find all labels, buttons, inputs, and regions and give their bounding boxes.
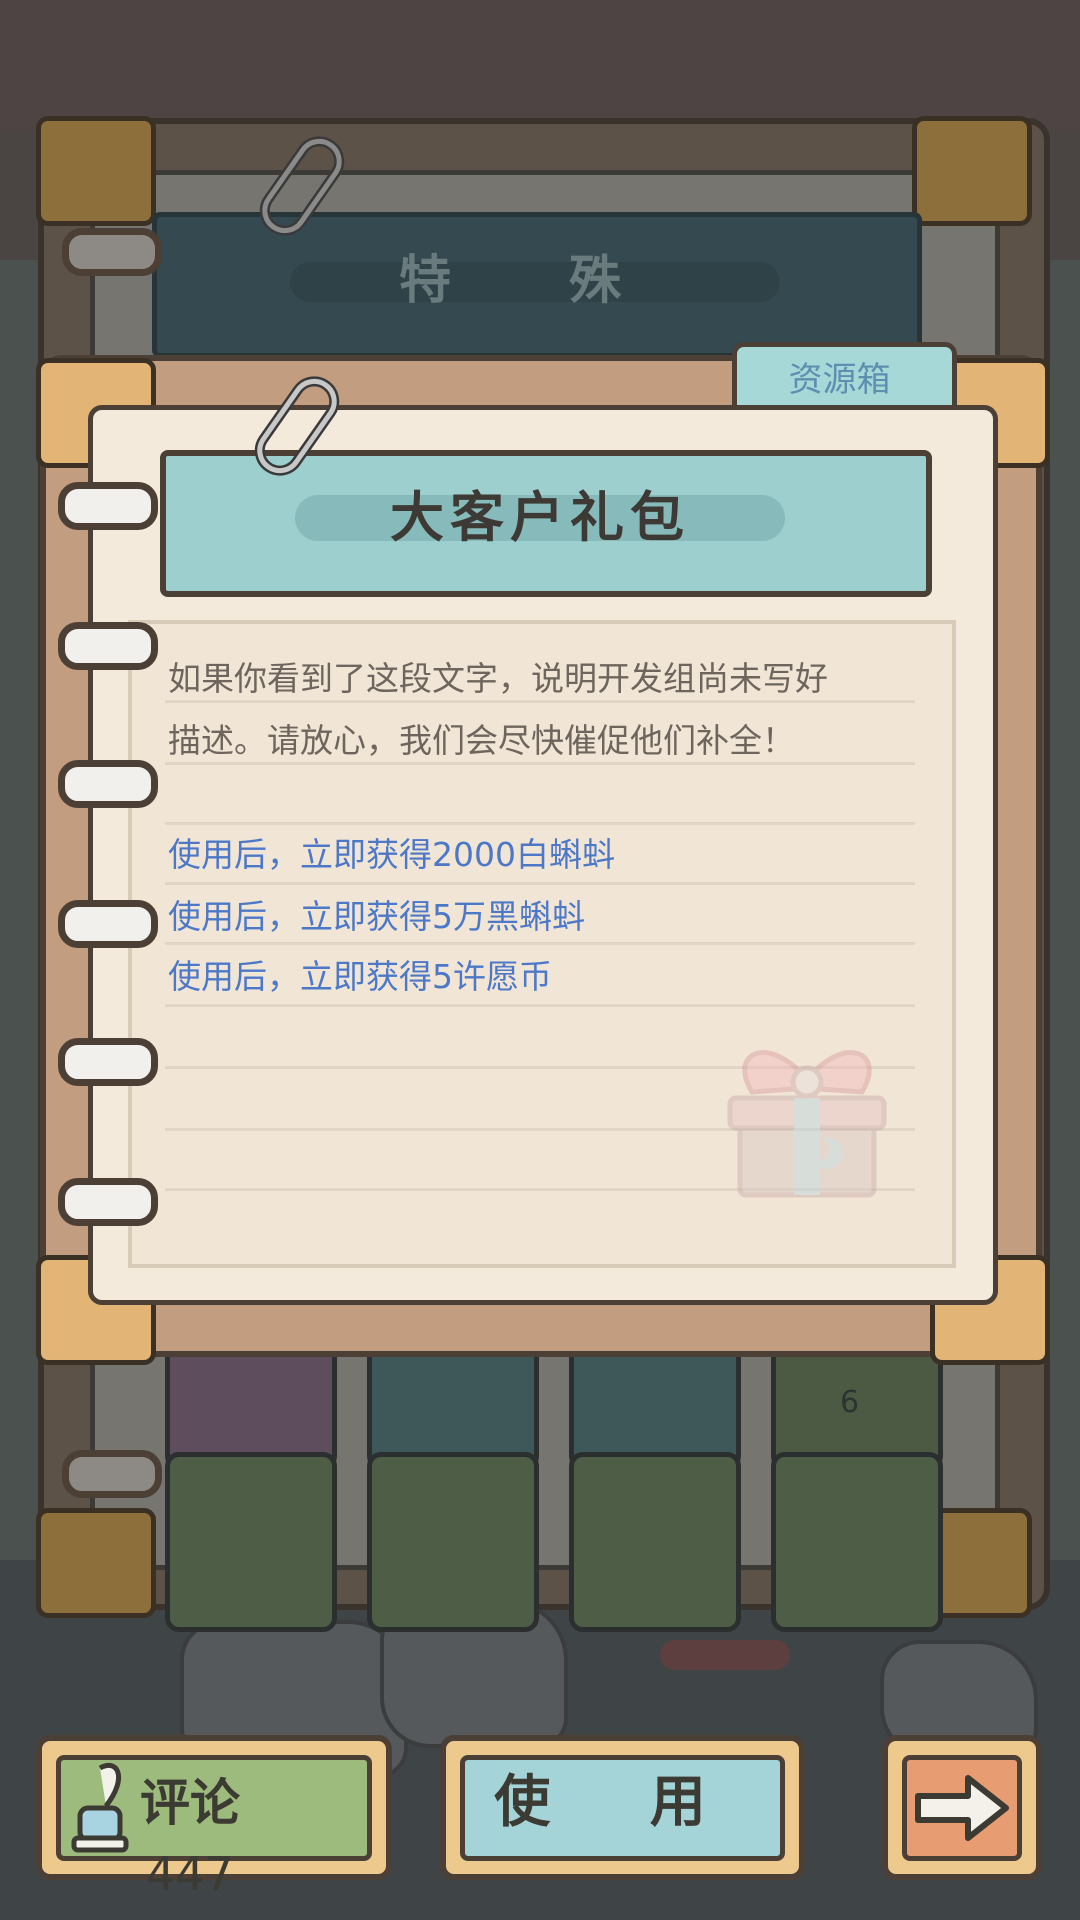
gift-box-icon [727, 1050, 887, 1198]
item-effect: 使用后，立即获得2000白蝌蚪 [168, 835, 615, 874]
binder-ring [58, 900, 158, 948]
corner-bracket [36, 116, 156, 226]
tab-resource-box-label: 资源箱 [788, 360, 891, 400]
section-title: 特 殊 [398, 251, 672, 311]
inventory-slot[interactable] [569, 1452, 741, 1632]
item-effect: 使用后，立即获得5万黑蝌蚪 [168, 897, 585, 936]
corner-bracket [36, 1508, 156, 1618]
quill-inkwell-icon [71, 1763, 129, 1853]
item-name: 大客户礼包 [390, 486, 690, 549]
inventory-slot[interactable] [367, 1452, 539, 1632]
inventory-slot-count: 6 [840, 1385, 860, 1420]
binder-ring [58, 760, 158, 808]
comment-label: 评论 447 [140, 1768, 350, 1901]
comment-label-text: 评论 [140, 1774, 240, 1832]
item-description-line: 如果你看到了这段文字，说明开发组尚未写好 [168, 659, 828, 698]
binder-ring [58, 1178, 158, 1226]
inventory-slot[interactable] [771, 1452, 943, 1632]
item-effect: 使用后，立即获得5许愿币 [168, 957, 552, 996]
arrow-right-icon [915, 1775, 1009, 1841]
background-puddle [660, 1640, 790, 1670]
use-button-label: 使 用 [494, 1770, 746, 1835]
inventory-slot[interactable] [165, 1452, 337, 1632]
binder-ring [62, 1450, 162, 1498]
item-description-line: 描述。请放心，我们会尽快催促他们补全！ [168, 721, 795, 760]
item-description: 如果你看到了这段文字，说明开发组尚未写好 描述。请放心，我们会尽快催促他们补全！ [168, 648, 928, 772]
paperclip-icon [259, 136, 345, 236]
binder-ring [62, 228, 162, 276]
binder-ring [58, 1038, 158, 1086]
binder-ring [58, 482, 158, 530]
corner-bracket [912, 116, 1032, 226]
background-sky [0, 0, 1080, 130]
binder-ring [58, 622, 158, 670]
paperclip-icon [254, 376, 340, 476]
comment-count: 447 [146, 1847, 234, 1901]
